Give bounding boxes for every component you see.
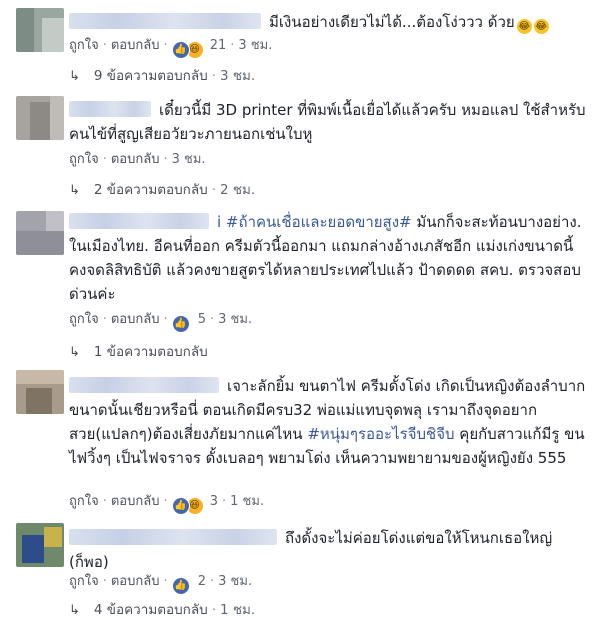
reaction-count[interactable]: 2 [198, 574, 206, 589]
timestamp[interactable]: 1 ชม. [230, 494, 264, 509]
reaction-count[interactable]: 5 [198, 312, 206, 327]
reply-link[interactable]: ตอบกลับ [111, 574, 160, 589]
view-replies[interactable]: ↳ 9 ข้อความตอบกลับ · 3 ชม. [69, 67, 255, 86]
reply-link[interactable]: ตอบกลับ [111, 38, 160, 53]
reply-link[interactable]: ตอบกลับ [111, 312, 160, 327]
comment-body: ถึงดั้งจะไม่ค่อยโด่งแต่ขอให้โหนกเธอใหญ่ … [69, 526, 589, 574]
reactions[interactable]: 👍 😆 [171, 496, 204, 515]
like-link[interactable]: ถูกใจ [69, 494, 99, 509]
reaction-count[interactable]: 21 [210, 38, 227, 53]
comment-actions: ถูกใจ · ตอบกลับ · 👍 2 · 3 ชม. [69, 573, 252, 595]
commenter-name[interactable] [69, 377, 219, 393]
timestamp[interactable]: 2 ชม. [220, 182, 255, 198]
comment-body: มีเงินอย่างเดียวไม่ได้...ต้องโง่ววว ด้วย… [69, 10, 589, 34]
replies-count[interactable]: 9 ข้อความตอบกลับ [94, 68, 208, 84]
view-replies[interactable]: ↳ 1 ข้อความตอบกลับ [69, 343, 208, 362]
timestamp[interactable]: 1 ชม. [220, 602, 255, 618]
like-reaction-icon: 👍 [171, 577, 190, 595]
reply-arrow-icon: ↳ [69, 69, 80, 84]
view-replies[interactable]: ↳ 4 ข้อความตอบกลับ · 1 ชม. [69, 601, 255, 620]
reply-arrow-icon: ↳ [69, 603, 80, 618]
like-reaction-icon: 👍 [171, 315, 190, 333]
reply-link[interactable]: ตอบกลับ [111, 152, 160, 167]
avatar[interactable] [16, 8, 64, 52]
like-link[interactable]: ถูกใจ [69, 574, 99, 589]
like-reaction-icon: 👍 [171, 41, 190, 59]
reply-arrow-icon: ↳ [69, 183, 80, 198]
commenter-name[interactable] [69, 13, 261, 29]
reactions[interactable]: 👍 [171, 314, 192, 333]
avatar[interactable] [16, 523, 64, 567]
like-link[interactable]: ถูกใจ [69, 152, 99, 167]
comment-body: เดี๋ยวนี้มี 3D printer ที่พิมพ์เนื้อเยื่… [69, 98, 589, 146]
replies-count[interactable]: 2 ข้อความตอบกลับ [94, 182, 208, 198]
laughing-emoji-icon: 😂 [516, 19, 532, 34]
hashtag-link[interactable]: #หนุ่มๆรออะไรจีบชิจีบ [307, 425, 454, 443]
commenter-name[interactable] [69, 529, 277, 545]
comment-body: i #ถ้าคนเชื่อและยอดขายสูง# มันกก็จะสะท้อ… [69, 210, 589, 306]
timestamp[interactable]: 3 ชม. [218, 312, 252, 327]
timestamp[interactable]: 3 ชม. [238, 38, 272, 53]
like-link[interactable]: ถูกใจ [69, 312, 99, 327]
hashtag-link[interactable]: i #ถ้าคนเชื่อและยอดขายสูง# [217, 213, 412, 231]
comment-actions: ถูกใจ · ตอบกลับ · 👍 😆 21 · 3 ชม. [69, 37, 272, 59]
avatar[interactable] [16, 211, 64, 255]
view-replies[interactable]: ↳ 2 ข้อความตอบกลับ · 2 ชม. [69, 181, 255, 200]
laughing-emoji-icon: 😂 [533, 19, 549, 34]
comment-body: เจาะลักยิ้ม ขนตาไฟ ครีมดั้งโด่ง เกิดเป็น… [69, 374, 589, 470]
like-link[interactable]: ถูกใจ [69, 38, 99, 53]
commenter-name[interactable] [69, 213, 209, 229]
replies-count[interactable]: 1 ข้อความตอบกลับ [94, 344, 208, 360]
reaction-count[interactable]: 3 [210, 494, 218, 509]
reactions[interactable]: 👍 😆 [171, 40, 204, 59]
like-reaction-icon: 👍 [171, 497, 190, 515]
comment-actions: ถูกใจ · ตอบกลับ · 3 ชม. [69, 152, 206, 167]
reply-link[interactable]: ตอบกลับ [111, 494, 160, 509]
avatar[interactable] [16, 370, 64, 414]
timestamp[interactable]: 3 ชม. [218, 574, 252, 589]
commenter-name[interactable] [69, 101, 151, 117]
comment-actions: ถูกใจ · ตอบกลับ · 👍 5 · 3 ชม. [69, 311, 252, 333]
avatar[interactable] [16, 96, 64, 140]
timestamp[interactable]: 3 ชม. [172, 152, 206, 167]
comment-text: มีเงินอย่างเดียวไม่ได้...ต้องโง่ววว ด้วย [269, 13, 515, 31]
reply-arrow-icon: ↳ [69, 345, 80, 360]
comment-actions: ถูกใจ · ตอบกลับ · 👍 😆 3 · 1 ชม. [69, 493, 264, 515]
replies-count[interactable]: 4 ข้อความตอบกลับ [94, 602, 208, 618]
reactions[interactable]: 👍 [171, 576, 192, 595]
timestamp[interactable]: 3 ชม. [220, 68, 255, 84]
